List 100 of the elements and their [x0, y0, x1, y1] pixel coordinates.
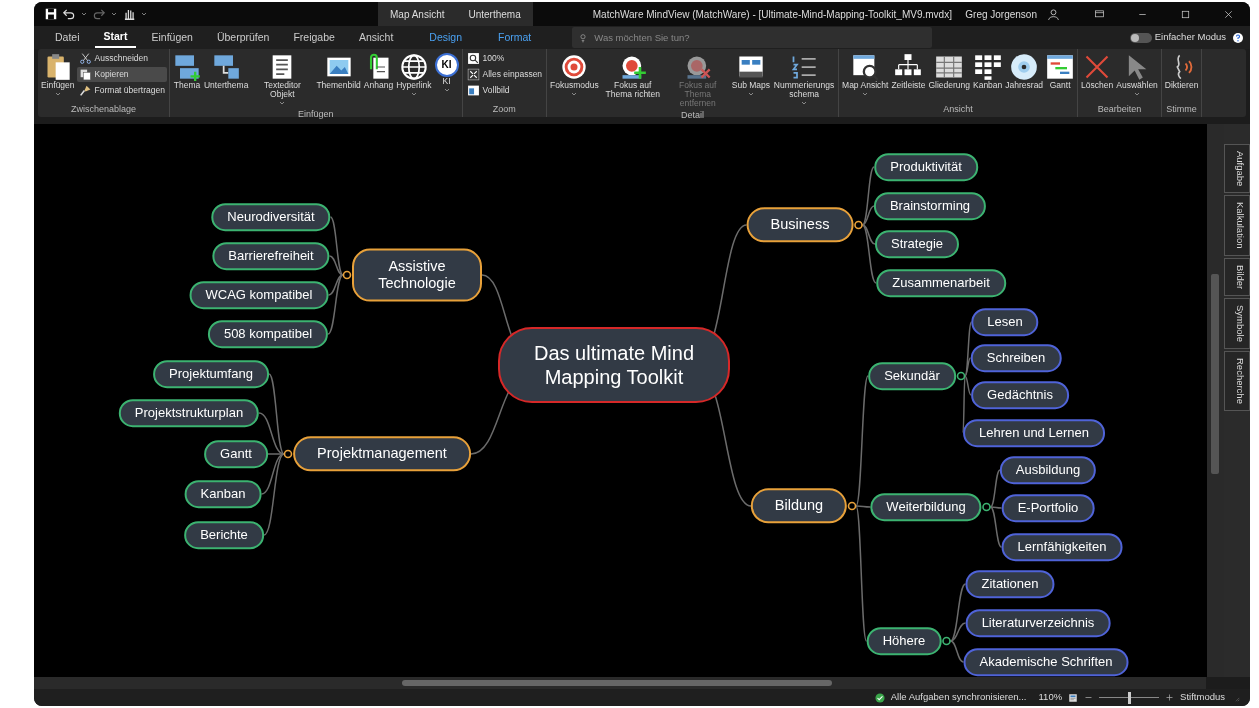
ribbon-tab[interactable]: Einfügen — [142, 28, 202, 47]
collapse-handle-icon[interactable] — [342, 270, 352, 280]
ribbon-button[interactable]: Fokusmodus — [549, 51, 600, 100]
topic-node[interactable]: E-Portfolio — [1001, 494, 1095, 522]
ribbon-button[interactable]: Auswählen — [1115, 51, 1159, 100]
topic-node[interactable]: Höhere — [866, 627, 942, 655]
ribbon-button[interactable]: Kopieren — [76, 67, 167, 82]
ribbon-button[interactable]: Texteditor Objekt — [250, 51, 315, 109]
slider-thumb[interactable] — [1127, 691, 1131, 704]
context-tab-label[interactable]: Unterthema — [456, 6, 533, 22]
ribbon-button[interactable]: Gantt — [1045, 51, 1076, 92]
collapse-handle-icon[interactable] — [854, 220, 863, 230]
ribbon-button[interactable]: Nummerierungs schema — [772, 51, 837, 109]
central-topic[interactable]: Das ultimate Mind Mapping Toolkit — [498, 327, 730, 403]
topic-node[interactable]: Neurodiversität — [211, 203, 331, 231]
ribbon-button[interactable]: Kanban — [972, 51, 1004, 92]
caret-icon[interactable] — [80, 10, 88, 18]
ribbon-button[interactable]: Zeitleiste — [890, 51, 927, 92]
caret-icon[interactable] — [110, 10, 118, 18]
side-panel-tab[interactable]: Symbole — [1224, 298, 1250, 350]
topic-node[interactable]: Zusammenarbeit — [876, 269, 1006, 297]
ribbon-button[interactable]: Map Ansicht — [841, 51, 890, 100]
topic-node[interactable]: Produktivität — [874, 153, 978, 181]
user-name[interactable]: Greg Jorgenson — [965, 6, 1037, 22]
ribbon-button[interactable]: Sub Maps — [730, 51, 772, 100]
toggle-switch[interactable] — [1129, 32, 1152, 43]
vertical-scrollbar[interactable] — [1207, 124, 1224, 677]
account-icon[interactable] — [1047, 7, 1060, 21]
topic-node[interactable]: Lernfähigkeiten — [1001, 533, 1123, 561]
topic-node[interactable]: Berichte — [184, 521, 264, 549]
ribbon-button[interactable]: Format übertragen — [76, 83, 167, 98]
save-icon[interactable] — [44, 7, 58, 21]
topic-node[interactable]: Bildung — [750, 488, 848, 524]
ribbon-button[interactable]: Alles einpassen — [464, 67, 545, 82]
page-fit-icon[interactable] — [1068, 692, 1079, 703]
topic-node[interactable]: 508 kompatibel — [207, 320, 329, 348]
undo-icon[interactable] — [62, 7, 76, 21]
topic-node[interactable]: Kanban — [184, 480, 262, 508]
topic-node[interactable]: Projektumfang — [153, 360, 269, 388]
topic-node[interactable]: Strategie — [875, 230, 959, 258]
topic-node[interactable]: Sekundär — [868, 362, 956, 390]
caret-icon[interactable] — [140, 10, 148, 18]
topic-node[interactable]: Lesen — [971, 308, 1039, 336]
ribbon-button[interactable]: Gliederung — [927, 51, 971, 92]
context-tab-label[interactable]: Map Ansicht — [378, 6, 457, 22]
ribbon-tab[interactable]: Format — [489, 28, 541, 47]
ribbon-button[interactable]: KI KI — [433, 51, 460, 96]
ribbon-button[interactable]: Thema — [171, 51, 202, 92]
zoom-in-icon[interactable] — [1165, 693, 1175, 702]
topic-node[interactable]: WCAG kompatibel — [189, 281, 329, 309]
topic-node[interactable]: Literaturverzeichnis — [965, 609, 1111, 637]
side-panel-tab[interactable]: Bilder — [1224, 257, 1250, 297]
side-panel-tab[interactable]: Aufgabe — [1224, 144, 1250, 194]
topic-node[interactable]: Zitationen — [965, 570, 1055, 598]
ribbon-tab[interactable]: Ansicht — [349, 28, 403, 47]
ribbon-button[interactable]: Diktieren — [1163, 51, 1200, 92]
ribbon-button[interactable]: Vollbild — [464, 83, 545, 98]
help-icon[interactable] — [1232, 31, 1244, 44]
redo-icon[interactable] — [92, 7, 106, 21]
ribbon-button[interactable]: Einfügen — [40, 51, 76, 100]
ribbon-button[interactable]: Löschen — [1080, 51, 1115, 92]
topic-node[interactable]: Ausbildung — [999, 456, 1097, 484]
maximize-icon[interactable] — [1180, 8, 1191, 20]
collapse-handle-icon[interactable] — [942, 636, 951, 646]
collapse-handle-icon[interactable] — [283, 449, 293, 459]
ribbon-tab[interactable]: Datei — [46, 28, 89, 47]
topic-node[interactable]: Assistive Technologie — [352, 248, 482, 302]
search-field[interactable]: Was möchten Sie tun? — [572, 27, 933, 48]
topic-node[interactable]: Akademische Schriften — [963, 648, 1129, 676]
topic-node[interactable]: Gantt — [204, 440, 268, 468]
horizontal-scrollbar[interactable] — [34, 677, 1206, 689]
ribbon-button[interactable]: Jahresrad — [1004, 51, 1045, 92]
ribbon-tab[interactable]: Überprüfen — [207, 28, 279, 47]
ribbon-tab[interactable]: Freigabe — [284, 28, 344, 47]
ribbon-button[interactable]: Hyperlink — [395, 51, 433, 100]
topic-node[interactable]: Schreiben — [970, 344, 1062, 372]
ribbon-tab[interactable]: Start — [94, 27, 137, 48]
collapse-handle-icon[interactable] — [982, 502, 991, 512]
topic-node[interactable]: Projektstrukturplan — [118, 399, 260, 427]
ribbon-button[interactable]: Anhang — [362, 51, 395, 92]
pen-mode-label[interactable]: Stiftmodus — [1180, 690, 1225, 705]
collapse-handle-icon[interactable] — [956, 371, 966, 381]
side-panel-tab[interactable]: Recherche — [1224, 351, 1250, 412]
collapse-handle-icon[interactable] — [847, 501, 857, 511]
side-panel-tab[interactable]: Kalkulation — [1224, 195, 1250, 256]
display-options-icon[interactable] — [1094, 8, 1105, 20]
ribbon-button[interactable]: Unterthema — [202, 51, 250, 92]
topic-node[interactable]: Business — [746, 207, 854, 243]
ribbon-button[interactable]: 100% — [464, 51, 545, 66]
close-icon[interactable] — [1223, 8, 1234, 20]
topic-node[interactable]: Gedächtnis — [971, 381, 1069, 409]
ribbon-button[interactable]: Ausschneiden — [76, 51, 167, 66]
topic-node[interactable]: Brainstorming — [873, 192, 987, 220]
topic-node[interactable]: Lehren und Lernen — [963, 419, 1105, 447]
topic-node[interactable]: Weiterbildung — [870, 493, 982, 521]
topic-node[interactable]: Barrierefreiheit — [212, 242, 330, 270]
ribbon-tab[interactable]: Design — [420, 28, 471, 47]
ribbon-button[interactable]: Fokus auf Thema richten — [600, 51, 665, 101]
ribbon-button[interactable]: Themenbild — [315, 51, 362, 92]
topic-node[interactable]: Projektmanagement — [293, 436, 471, 472]
